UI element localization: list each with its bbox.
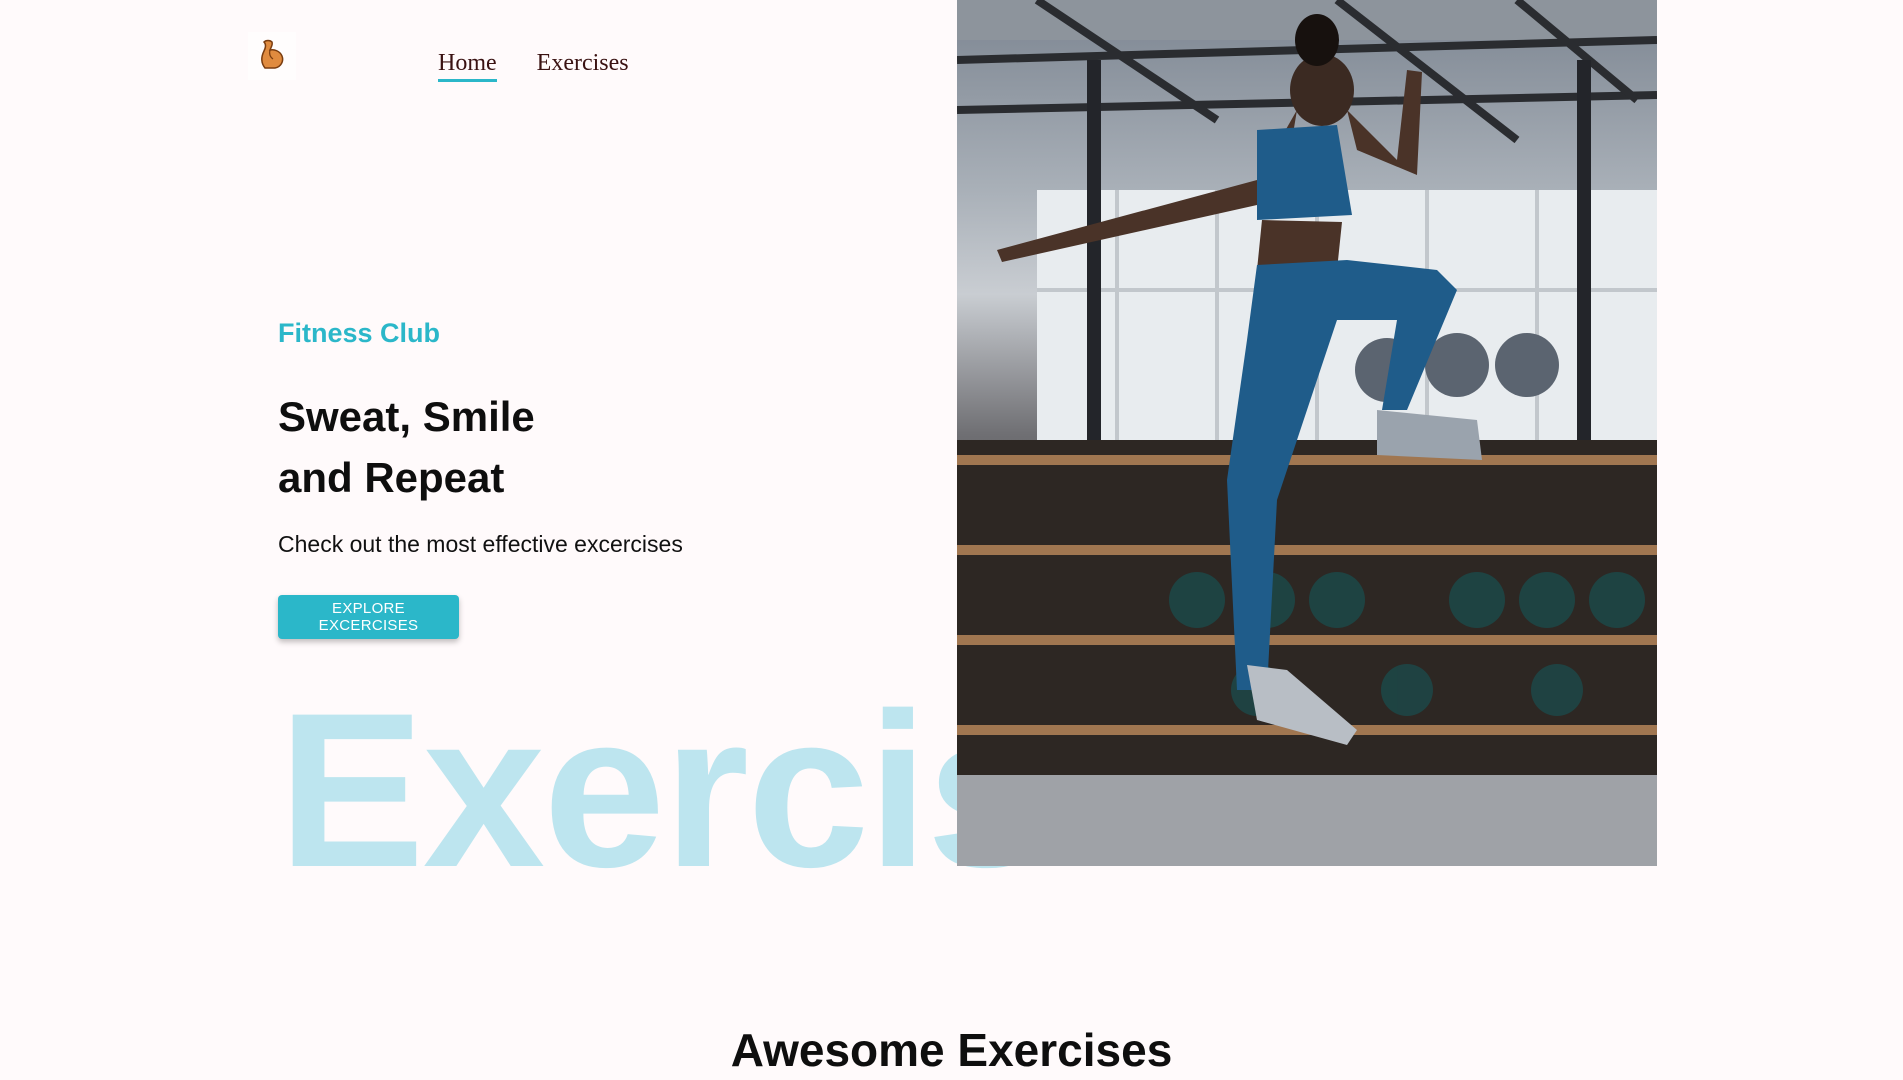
explore-exercises-button[interactable]: EXPLORE EXCERCISES [278, 595, 459, 639]
logo[interactable] [248, 32, 296, 80]
nav-home-link[interactable]: Home [438, 50, 497, 82]
hero-banner-image [957, 0, 1657, 866]
hero-watermark-text: Exercis [278, 667, 1049, 913]
hero-headline: Sweat, Smile and Repeat [278, 386, 535, 508]
hero-subtext: Check out the most effective excercises [278, 531, 683, 557]
awesome-exercises-heading: Awesome Exercises [730, 1024, 1173, 1076]
main-nav: Home Exercises [438, 50, 629, 82]
hero-headline-line-1: Sweat, Smile [278, 393, 535, 440]
nav-exercises-link[interactable]: Exercises [537, 50, 629, 82]
hero-headline-line-2: and Repeat [278, 454, 505, 501]
hero-eyebrow: Fitness Club [278, 318, 441, 348]
page: Home Exercises Fitness Club Sweat, Smile… [0, 0, 1903, 1080]
flexed-biceps-icon [255, 37, 289, 76]
